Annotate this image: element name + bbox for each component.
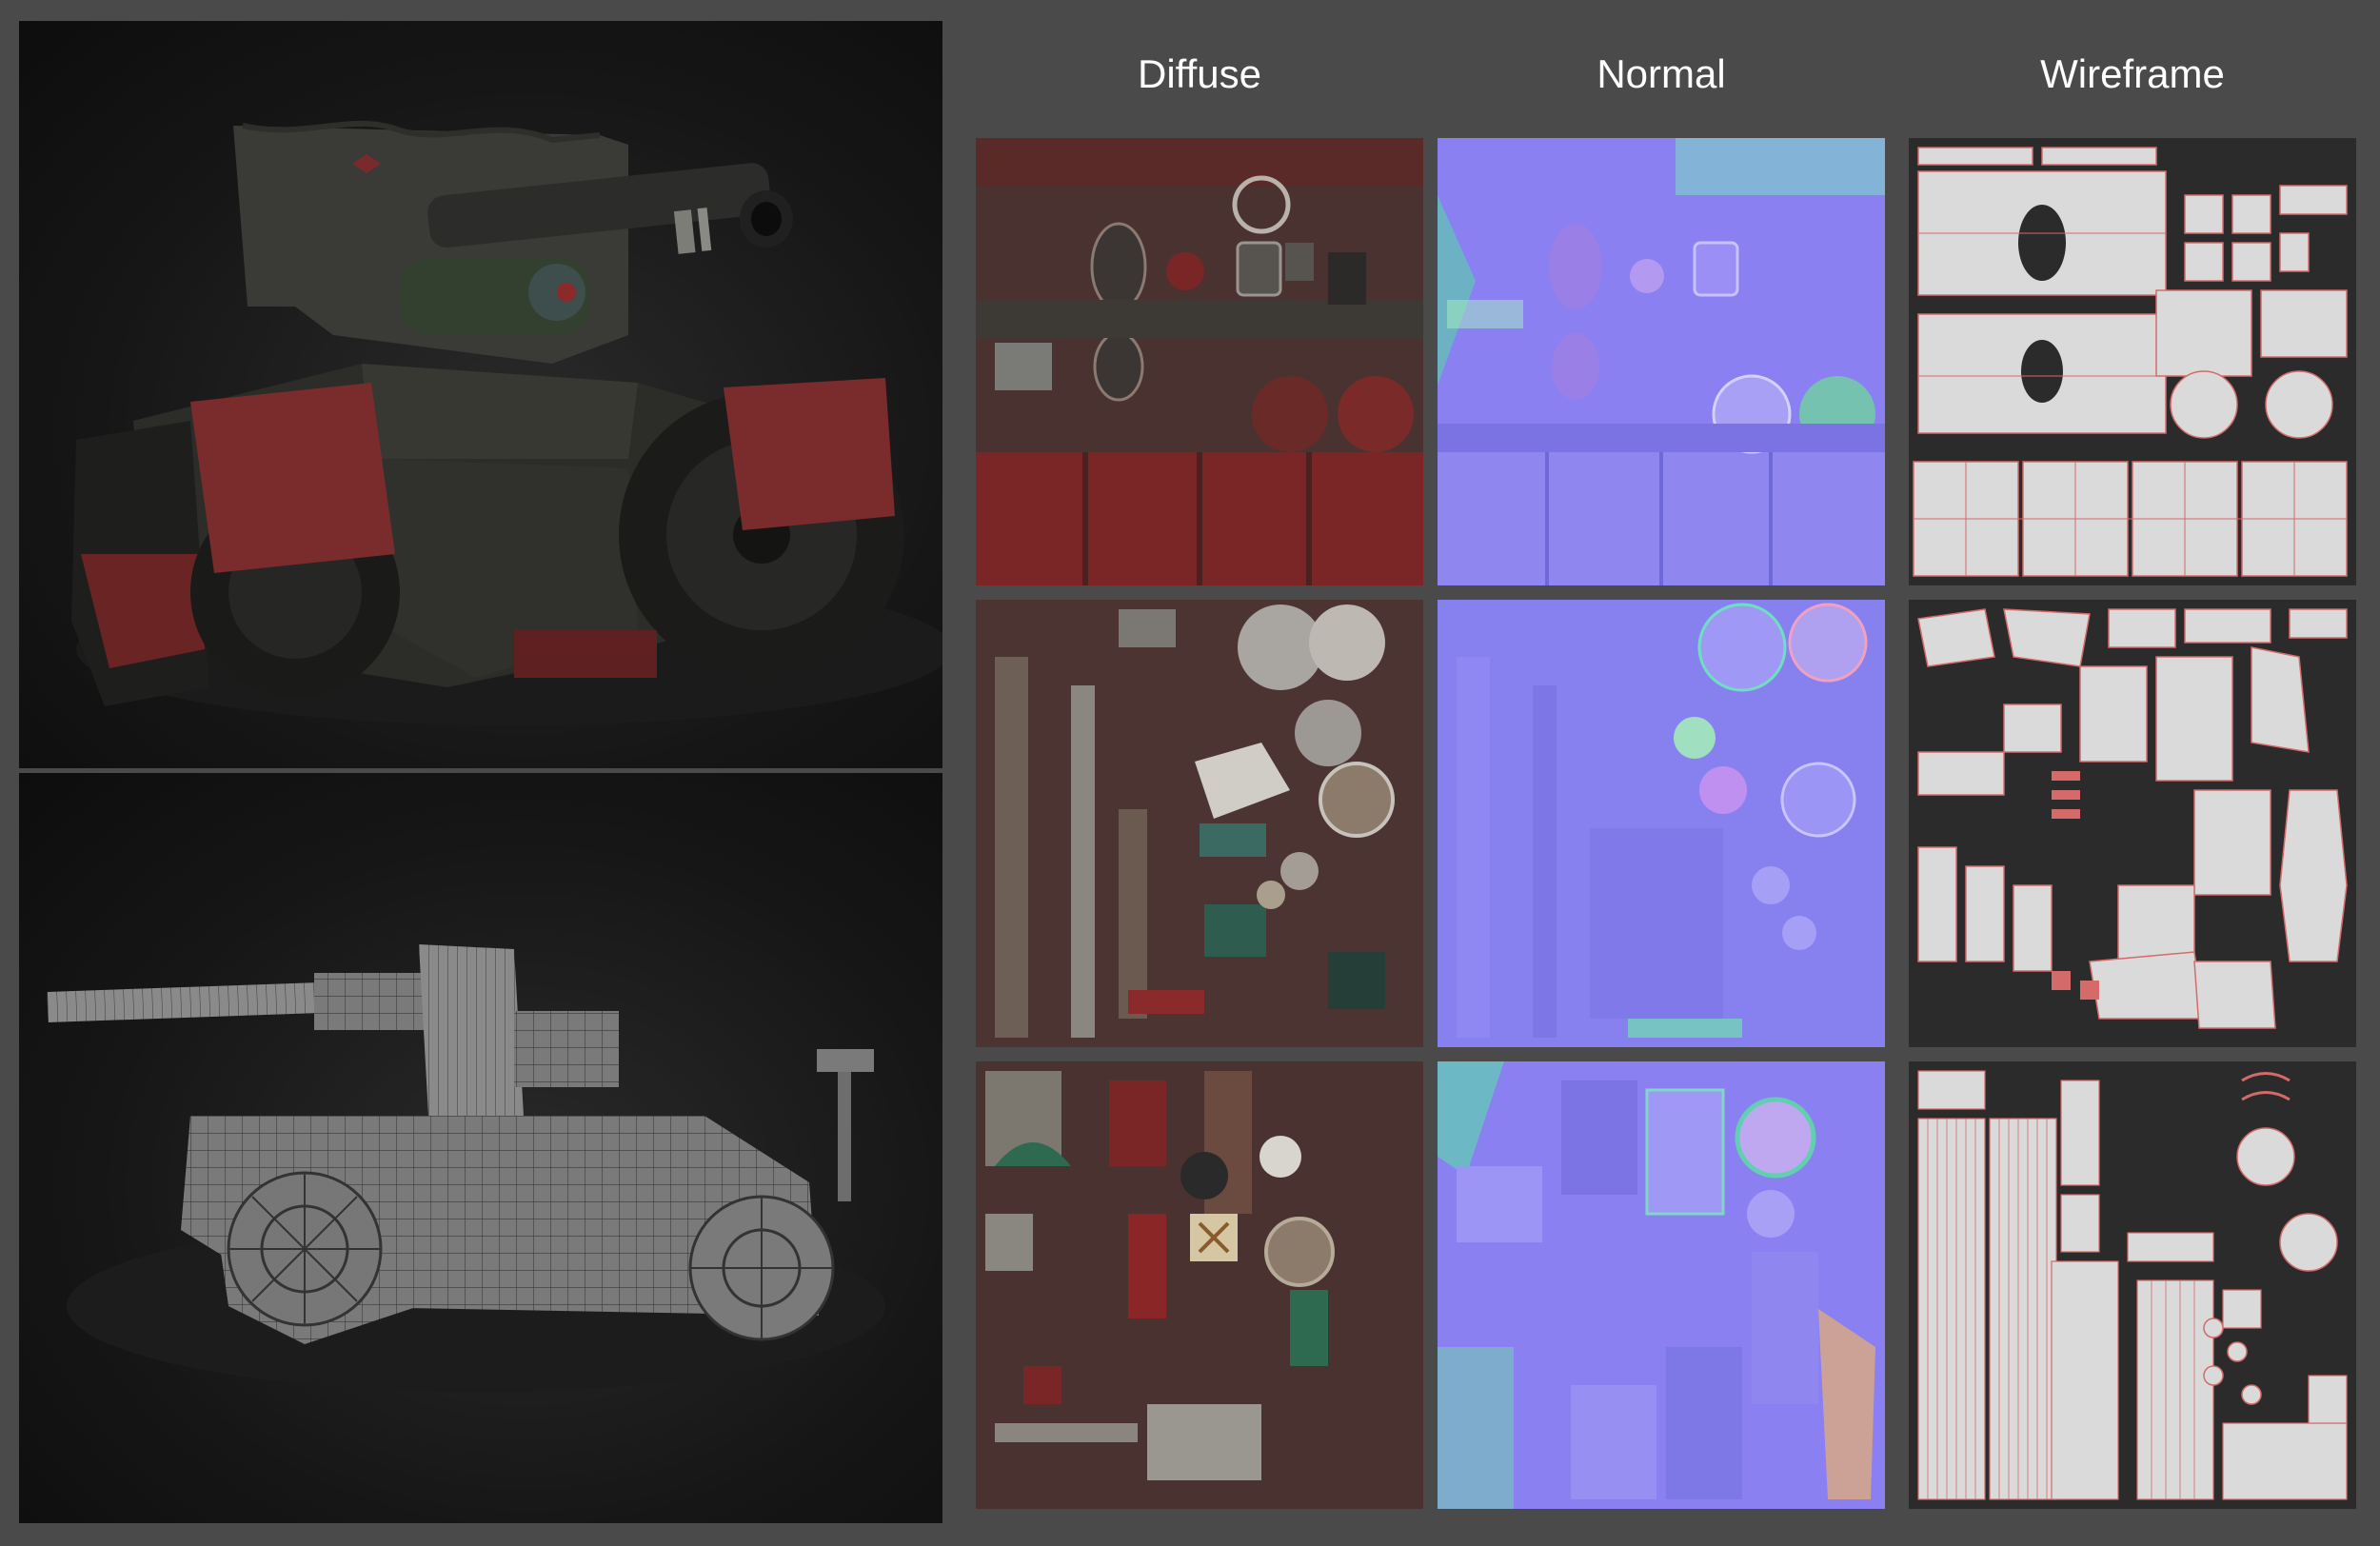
diffuse-map-2 (976, 600, 1423, 1047)
normal-map-1 (1438, 138, 1885, 585)
normal-map-2 (1438, 600, 1885, 1047)
wireframe-uv-3 (1909, 1061, 2356, 1509)
normal-map-3 (1438, 1061, 1885, 1509)
wireframe-uv-1 (1909, 138, 2356, 585)
wireframe-column-heading: Wireframe (2040, 51, 2225, 96)
tank-wireframe-render (19, 773, 942, 1523)
normal-column-heading: Normal (1597, 51, 1726, 96)
tank-textured-render (19, 21, 942, 768)
diffuse-map-1 (976, 138, 1423, 585)
diffuse-column-heading: Diffuse (1138, 51, 1261, 96)
diffuse-map-3 (976, 1061, 1423, 1509)
tank-textured-illustration (71, 120, 942, 725)
wireframe-uv-2 (1909, 600, 2356, 1047)
tank-wireframe-illustration (47, 944, 885, 1392)
